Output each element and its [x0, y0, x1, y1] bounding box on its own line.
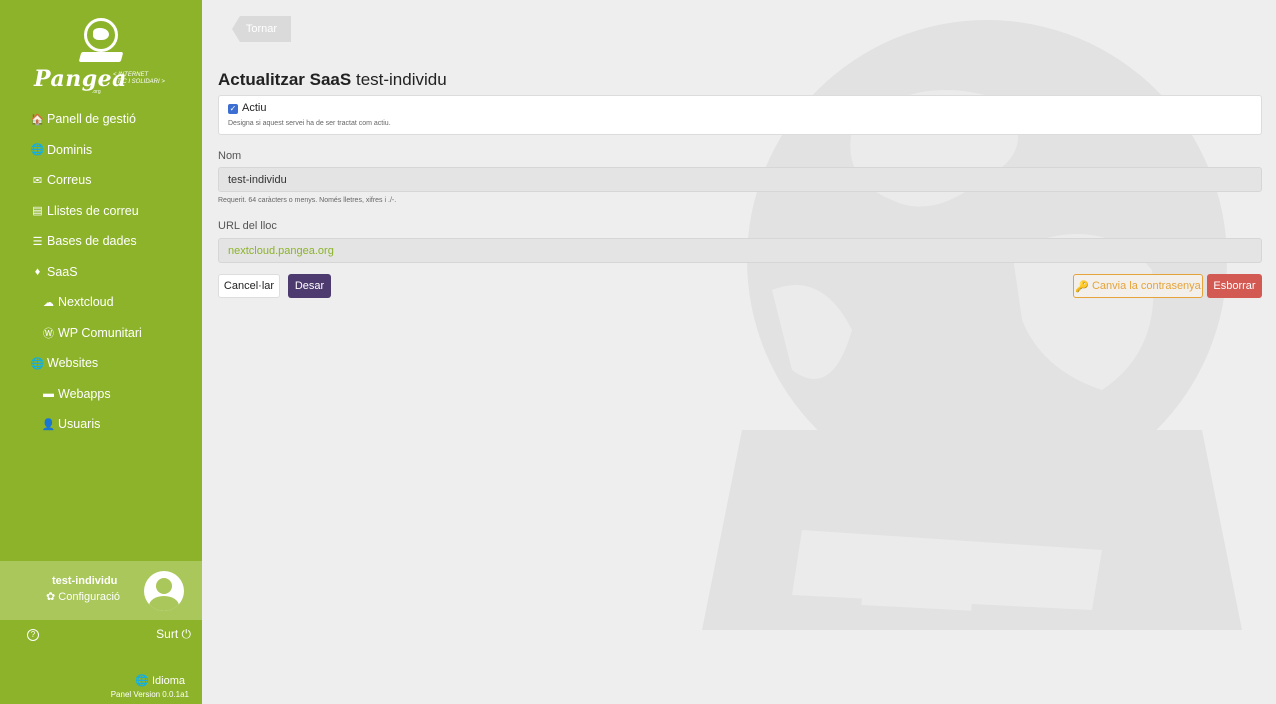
language-label: Idioma: [151, 675, 185, 687]
sidebar-item-bases-de-dades[interactable]: ☰ Bases de dades: [0, 226, 202, 257]
home-icon: 🏠: [30, 113, 45, 126]
active-checkbox[interactable]: ✓: [228, 104, 238, 114]
user-panel: test-individu ✿ Configuració: [0, 561, 202, 620]
sidebar: Pangea < INTERNET ÈTIC I SOLIDARI > .org…: [0, 0, 202, 704]
wordpress-icon: Ⓦ: [43, 327, 54, 340]
back-button[interactable]: Tornar: [232, 16, 291, 42]
sidebar-item-label: Panell de gestió: [47, 112, 136, 127]
delete-button[interactable]: Esborrar: [1207, 274, 1262, 298]
change-password-label: Canvia la contrasenya: [1091, 280, 1201, 292]
sidebar-item-label: SaaS: [47, 264, 78, 279]
brand-tagline: < INTERNET ÈTIC I SOLIDARI >: [113, 72, 165, 85]
sidebar-item-dominis[interactable]: 🌐 Dominis: [0, 135, 202, 166]
user-icon: 👤: [41, 418, 56, 431]
change-password-button[interactable]: 🔑 Canvia la contrasenya: [1073, 274, 1203, 298]
cloud-icon: ☁: [43, 296, 54, 309]
page-title: Actualitzar SaaS test-individu: [218, 70, 447, 89]
name-input[interactable]: [218, 167, 1262, 192]
sidebar-item-saas[interactable]: ♦ SaaS: [0, 257, 202, 288]
sidebar-item-usuaris[interactable]: 👤 Usuaris: [0, 409, 202, 440]
sidebar-item-webapps[interactable]: ▬ Webapps: [0, 379, 202, 410]
cancel-button[interactable]: Cancel·lar: [218, 274, 280, 298]
sidebar-item-wp-comunitari[interactable]: Ⓦ WP Comunitari: [0, 318, 202, 349]
sidebar-item-label: Bases de dades: [47, 234, 137, 249]
username: test-individu: [52, 575, 118, 587]
database-icon: ☰: [32, 235, 43, 248]
sidebar-item-correus[interactable]: ✉ Correus: [0, 165, 202, 196]
main-content: Tornar Actualitzar SaaS test-individu ✓ …: [202, 0, 1276, 704]
sidebar-item-nextcloud[interactable]: ☁ Nextcloud: [0, 287, 202, 318]
globe-logo-icon: [84, 18, 118, 52]
url-input[interactable]: [218, 238, 1262, 263]
mail-bulk-icon: ▤: [32, 205, 43, 218]
envelope-icon: ✉: [32, 174, 43, 187]
fire-icon: ♦: [34, 265, 41, 278]
config-label: Configuració: [58, 591, 121, 603]
panel-version: Panel Version 0.0.1a1: [110, 690, 189, 699]
globe-icon: 🌐: [135, 675, 149, 687]
sidebar-item-label: Usuaris: [58, 417, 101, 432]
sidebar-item-label: WP Comunitari: [58, 325, 142, 340]
sidebar-item-panell[interactable]: 🏠 Panell de gestió: [0, 104, 202, 135]
power-icon: ⏻: [181, 627, 192, 641]
sidebar-item-label: Webapps: [58, 386, 111, 401]
key-icon: 🔑: [1075, 280, 1089, 293]
save-button[interactable]: Desar: [288, 274, 331, 298]
language-button[interactable]: 🌐 Idioma: [135, 674, 185, 687]
pangea-logo[interactable]: Pangea < INTERNET ÈTIC I SOLIDARI > .org: [0, 0, 202, 104]
avatar[interactable]: [144, 571, 184, 611]
computer-logo-icon: [78, 52, 124, 62]
folder-icon: ▬: [43, 387, 54, 400]
sidebar-item-label: Llistes de correu: [47, 203, 139, 218]
sidebar-item-label: Correus: [47, 173, 92, 188]
gear-icon: ✿: [46, 591, 56, 603]
brand-suffix: .org: [92, 89, 101, 95]
active-checkbox-card: ✓ Actiu Designa si aquest servei ha de s…: [218, 95, 1262, 135]
sidebar-item-websites[interactable]: 🌐 Websites: [0, 348, 202, 379]
name-label: Nom: [218, 150, 242, 162]
sidebar-item-label: Dominis: [47, 142, 93, 157]
config-link[interactable]: ✿ Configuració: [46, 590, 120, 603]
globe-icon: 🌐: [30, 144, 45, 157]
sidebar-item-llistes[interactable]: ▤ Llistes de correu: [0, 196, 202, 227]
active-label: Actiu: [242, 102, 267, 114]
help-icon[interactable]: ?: [27, 629, 39, 641]
active-help-text: Designa si aquest servei ha de ser tract…: [228, 120, 391, 127]
logout-button[interactable]: Surt ⏻: [156, 627, 191, 642]
sidebar-item-label: Websites: [47, 356, 99, 371]
sidebar-nav: 🏠 Panell de gestió 🌐 Dominis ✉ Correus ▤ Lli…: [0, 104, 202, 440]
sidebar-item-label: Nextcloud: [58, 295, 114, 310]
logout-label: Surt: [156, 627, 179, 641]
url-label: URL del lloc: [218, 220, 277, 232]
name-help-text: Requerit. 64 caràcters o menys. Només ll…: [218, 197, 397, 204]
globe-icon: 🌐: [30, 357, 45, 370]
